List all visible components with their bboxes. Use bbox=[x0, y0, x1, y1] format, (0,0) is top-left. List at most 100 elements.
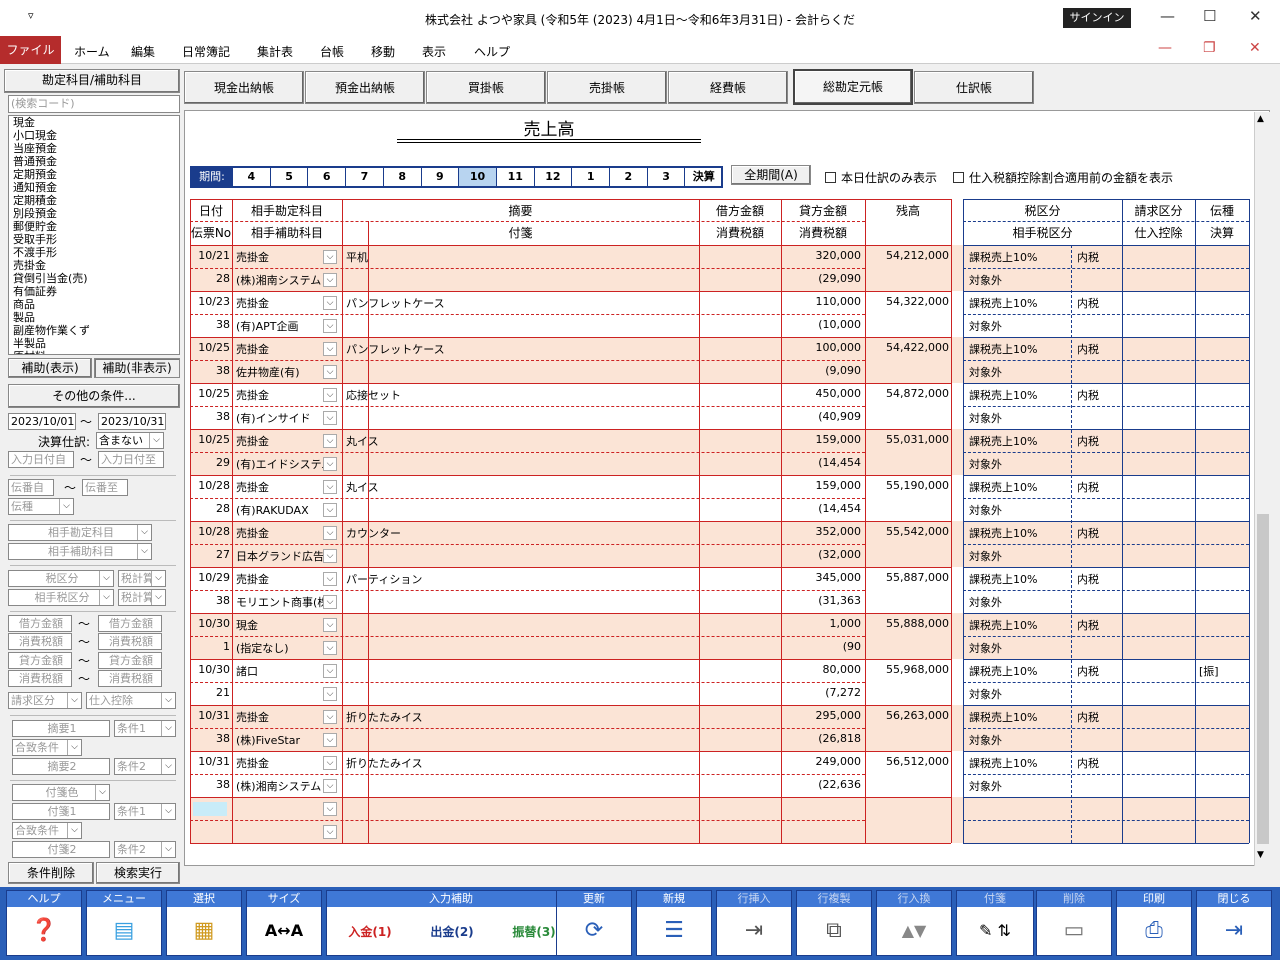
cell-date[interactable]: 10/31 bbox=[190, 755, 230, 768]
gatchi2-select[interactable]: 合致条件 ⌵ bbox=[12, 822, 82, 839]
shiire-ratio-checkbox[interactable]: 仕入税額控除割合適用前の金額を表示 bbox=[953, 169, 1173, 186]
kashi-tax-from[interactable]: 消費税額 bbox=[8, 670, 72, 687]
kari-tax-to[interactable]: 消費税額 bbox=[98, 633, 162, 650]
aite-zei-select[interactable]: 相手税区分 ⌵ bbox=[8, 589, 114, 606]
account-list-item[interactable]: 受取手形 bbox=[9, 233, 179, 246]
entry-date-to[interactable]: 入力日付至 bbox=[98, 451, 164, 468]
chevron-down-icon[interactable]: ⌵ bbox=[323, 480, 337, 494]
cell-sub-account[interactable]: (株)湘南システム bbox=[236, 778, 326, 794]
tab-5[interactable]: 総勘定元帳 bbox=[793, 69, 913, 105]
cell-credit-tax[interactable]: (40,909 bbox=[781, 410, 861, 423]
chevron-down-icon[interactable]: ⌵ bbox=[323, 825, 337, 839]
account-list-item[interactable]: 半製品 bbox=[9, 337, 179, 350]
cell-account[interactable]: 売掛金 bbox=[236, 571, 326, 587]
account-list-item[interactable]: 商品 bbox=[9, 298, 179, 311]
all-period-button[interactable]: 全期間(A) bbox=[731, 165, 811, 185]
cell-sub-account[interactable]: (指定なし) bbox=[236, 640, 326, 656]
fusen-button[interactable]: 付箋 ✎ ⇅ bbox=[956, 890, 1034, 956]
cell-sub-account[interactable]: (株)FiveStar bbox=[236, 732, 326, 748]
doc-close-icon[interactable]: ✕ bbox=[1249, 40, 1261, 56]
cell-credit[interactable]: 295,000 bbox=[781, 709, 862, 722]
cell-slip[interactable]: 1 bbox=[190, 640, 230, 653]
account-list-item[interactable]: 普通預金 bbox=[9, 155, 179, 168]
row-insert-button[interactable]: 行挿入 ⇥ bbox=[716, 890, 792, 956]
account-list-item[interactable]: 製品 bbox=[9, 311, 179, 324]
cell-sub-account[interactable]: 佐井物産(有) bbox=[236, 364, 326, 380]
chevron-down-icon[interactable]: ⌵ bbox=[323, 319, 337, 333]
cell-credit[interactable]: 159,000 bbox=[781, 479, 862, 492]
zei-calc-select[interactable]: 税計算 ⌵ bbox=[118, 570, 166, 587]
cell-credit[interactable]: 1,000 bbox=[781, 617, 862, 630]
chevron-down-icon[interactable]: ⌵ bbox=[323, 710, 337, 724]
shiire-select[interactable]: 仕入控除 ⌵ bbox=[86, 692, 176, 709]
row-swap-button[interactable]: 行入換 ▲▼ bbox=[876, 890, 952, 956]
account-list-item[interactable]: 通知預金 bbox=[9, 181, 179, 194]
cell-date[interactable]: 10/25 bbox=[190, 387, 230, 400]
cell-aite-tax-class[interactable]: 対象外 bbox=[969, 364, 1069, 380]
chevron-down-icon[interactable]: ⌵ bbox=[323, 250, 337, 264]
cell-balance[interactable]: 55,190,000 bbox=[865, 479, 949, 492]
cell-sub-account[interactable]: 日本グランド広告 bbox=[236, 548, 326, 564]
tab-4[interactable]: 経費帳 bbox=[668, 71, 788, 104]
cell-tax-inout[interactable]: 内税 bbox=[1077, 249, 1122, 265]
period-3[interactable]: 7 bbox=[345, 168, 383, 186]
cell-memo[interactable]: 平机 bbox=[346, 249, 646, 265]
cell-slip[interactable]: 38 bbox=[190, 594, 230, 607]
doc-restore-icon[interactable]: ❐ bbox=[1203, 40, 1216, 56]
period-1[interactable]: 5 bbox=[269, 168, 308, 186]
cell-balance[interactable]: 56,263,000 bbox=[865, 709, 949, 722]
account-list-item[interactable]: 現金 bbox=[9, 116, 179, 129]
cell-slip[interactable]: 38 bbox=[190, 364, 230, 377]
account-list-item[interactable]: 郵便貯金 bbox=[9, 220, 179, 233]
cell-account[interactable]: 現金 bbox=[236, 617, 326, 633]
tekiyo2-input[interactable]: 摘要2 bbox=[12, 758, 110, 775]
cell-date[interactable]: 10/28 bbox=[190, 525, 230, 538]
period-4[interactable]: 8 bbox=[382, 168, 421, 186]
tab-0[interactable]: 現金出納帳 bbox=[184, 71, 304, 104]
cell-tax-class[interactable]: 課税売上10% bbox=[969, 617, 1069, 633]
cell-tax-inout[interactable]: 内税 bbox=[1077, 433, 1122, 449]
cell-credit-tax[interactable]: (14,454 bbox=[781, 502, 861, 515]
cell-tax-class[interactable]: 課税売上10% bbox=[969, 663, 1069, 679]
clear-conditions-button[interactable]: 条件削除 bbox=[8, 862, 94, 884]
maximize-icon[interactable]: ☐ bbox=[1203, 7, 1216, 25]
cell-credit[interactable]: 159,000 bbox=[781, 433, 862, 446]
chevron-down-icon[interactable]: ⌵ bbox=[323, 296, 337, 310]
chevron-down-icon[interactable]: ⌵ bbox=[323, 388, 337, 402]
cell-balance[interactable]: 55,888,000 bbox=[865, 617, 949, 630]
menu-edit[interactable]: 編集 bbox=[131, 43, 155, 60]
cell-tax-class[interactable]: 課税売上10% bbox=[969, 709, 1069, 725]
chevron-down-icon[interactable]: ⌵ bbox=[323, 641, 337, 655]
tab-1[interactable]: 預金出納帳 bbox=[305, 71, 425, 104]
cell-slip[interactable]: 21 bbox=[190, 686, 230, 699]
cell-credit-tax[interactable]: (9,090 bbox=[781, 364, 861, 377]
cell-tax-class[interactable]: 課税売上10% bbox=[969, 433, 1069, 449]
cell-tax-inout[interactable]: 内税 bbox=[1077, 341, 1122, 357]
cell-credit-tax[interactable]: (10,000 bbox=[781, 318, 861, 331]
period-12[interactable]: 決算 bbox=[684, 168, 722, 186]
cell-memo[interactable]: 丸イス bbox=[346, 479, 646, 495]
chevron-down-icon[interactable]: ⌵ bbox=[323, 434, 337, 448]
cell-sub-account[interactable]: (有)APT企画 bbox=[236, 318, 326, 334]
gatchi1-select[interactable]: 合致条件 ⌵ bbox=[12, 739, 82, 756]
chevron-down-icon[interactable]: ⌵ bbox=[323, 802, 337, 816]
tab-2[interactable]: 買掛帳 bbox=[426, 71, 546, 104]
vertical-scrollbar[interactable]: ▲ ▼ bbox=[1254, 112, 1270, 866]
slip-from-input[interactable]: 伝番自 bbox=[8, 479, 54, 496]
joken1-select[interactable]: 条件1 ⌵ bbox=[114, 720, 176, 737]
cell-credit-tax[interactable]: (90 bbox=[781, 640, 861, 653]
joken4-select[interactable]: 条件2 ⌵ bbox=[114, 841, 176, 858]
cell-credit[interactable]: 320,000 bbox=[781, 249, 862, 262]
aite-kamoku-select[interactable]: 相手勘定科目 ⌵ bbox=[8, 524, 152, 541]
period-7[interactable]: 11 bbox=[495, 168, 534, 186]
cell-slip[interactable]: 38 bbox=[190, 778, 230, 791]
cell-aite-tax-class[interactable]: 対象外 bbox=[969, 456, 1069, 472]
cell-account[interactable]: 売掛金 bbox=[236, 709, 326, 725]
period-5[interactable]: 9 bbox=[420, 168, 459, 186]
cell-tax-inout[interactable]: 内税 bbox=[1077, 709, 1122, 725]
cell-memo[interactable]: パンフレットケース bbox=[346, 295, 646, 311]
period-8[interactable]: 12 bbox=[533, 168, 572, 186]
menu-ledger[interactable]: 台帳 bbox=[320, 43, 344, 60]
cell-account[interactable]: 売掛金 bbox=[236, 525, 326, 541]
cell-balance[interactable]: 54,872,000 bbox=[865, 387, 949, 400]
